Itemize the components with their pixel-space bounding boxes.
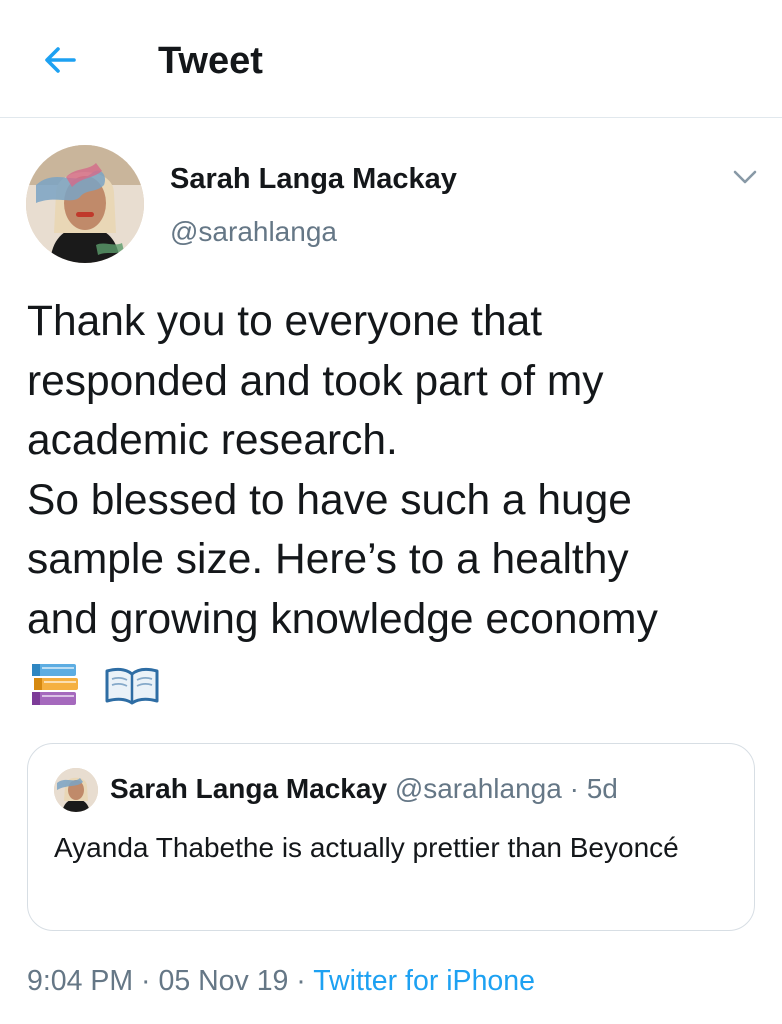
author-name[interactable]: Sarah Langa Mackay bbox=[170, 160, 457, 198]
author-handle[interactable]: @sarahlanga bbox=[170, 214, 337, 250]
quoted-tweet-age: 5d bbox=[586, 773, 618, 804]
tweet-text-line: responded and took part of my bbox=[27, 357, 604, 405]
open-book-emoji-icon bbox=[105, 667, 159, 705]
metadata-separator: · bbox=[288, 965, 314, 997]
author-avatar[interactable] bbox=[26, 145, 144, 263]
tweet-text-line: academic research. bbox=[27, 417, 398, 464]
tweet-text-line: sample size. Here’s to a healthy bbox=[27, 536, 629, 583]
quoted-separator: · bbox=[561, 773, 587, 804]
tweet-text-line: So blessed to have such a huge bbox=[27, 476, 632, 524]
tweet-metadata: 9:04 PM · 05 Nov 19 · Twitter for iPhone bbox=[27, 962, 535, 1000]
tweet-date: 05 Nov 19 bbox=[158, 965, 289, 997]
chevron-down-icon bbox=[733, 170, 757, 184]
tweet-menu-button[interactable] bbox=[728, 162, 762, 192]
quoted-author-handle: @sarahlanga bbox=[394, 773, 562, 804]
tweet-text-line: and growing knowledge economy bbox=[27, 595, 658, 643]
metadata-separator: · bbox=[133, 965, 159, 997]
back-button[interactable] bbox=[38, 38, 82, 82]
tweet-emojis bbox=[30, 661, 160, 709]
tweet-text-line: Thank you to everyone that bbox=[27, 298, 543, 345]
avatar-image bbox=[26, 145, 144, 263]
tweet-time: 9:04 PM bbox=[27, 965, 134, 997]
arrow-left-icon bbox=[45, 47, 76, 73]
books-emoji-icon bbox=[32, 664, 78, 705]
quoted-avatar-image bbox=[54, 768, 98, 812]
tweet-source-link[interactable]: Twitter for iPhone bbox=[313, 965, 535, 997]
tweet-text: Thank you to everyone that responded and… bbox=[27, 292, 767, 649]
quoted-author-name: Sarah Langa Mackay bbox=[110, 773, 388, 804]
page-title: Tweet bbox=[158, 40, 263, 82]
quoted-tweet-card[interactable]: Sarah Langa Mackay @sarahlanga · 5d Ayan… bbox=[27, 743, 755, 931]
quoted-tweet-text: Ayanda Thabethe is actually prettier tha… bbox=[54, 832, 679, 863]
quoted-tweet-header: Sarah Langa Mackay @sarahlanga · 5d bbox=[110, 770, 618, 808]
top-app-bar: Tweet bbox=[0, 0, 782, 118]
quoted-author-avatar bbox=[54, 768, 98, 812]
